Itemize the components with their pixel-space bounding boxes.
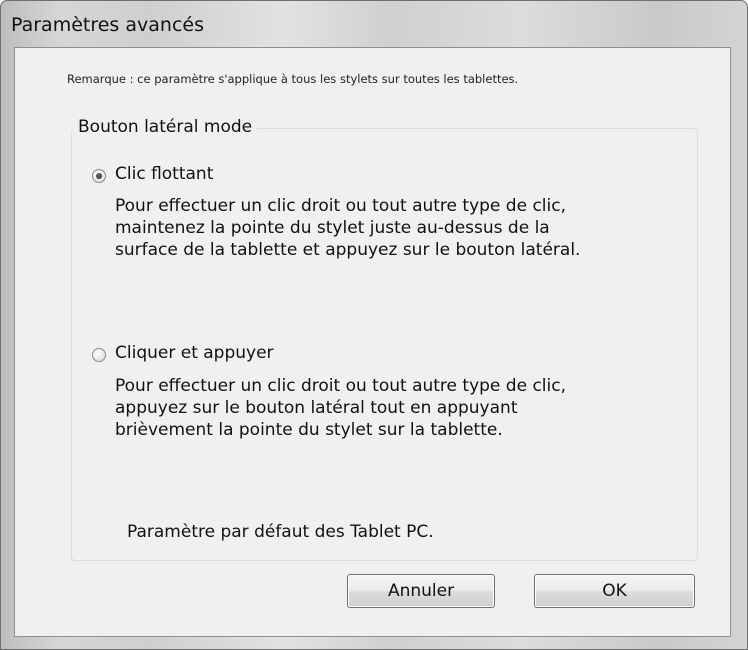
description-line: appuyez sur le bouton latéral tout en ap… <box>115 398 518 418</box>
description-line: brièvement la pointe du stylet sur la ta… <box>115 420 503 440</box>
ok-button[interactable]: OK <box>534 574 695 608</box>
title-bar[interactable]: Paramètres avancés <box>1 1 747 47</box>
description-line: maintenez la pointe du stylet juste au-d… <box>115 218 550 238</box>
option-label-clic-flottant[interactable]: Clic flottant <box>115 164 213 184</box>
description-line: surface de la tablette et appuyez sur le… <box>115 240 581 260</box>
default-setting-note: Paramètre par défaut des Tablet PC. <box>127 522 434 542</box>
dialog-window: Paramètres avancés Remarque : ce paramèt… <box>0 0 748 650</box>
option-description-cliquer-et-appuyer: Pour effectuer un clic droit ou tout aut… <box>115 375 566 441</box>
option-description-clic-flottant: Pour effectuer un clic droit ou tout aut… <box>115 195 580 261</box>
cancel-button[interactable]: Annuler <box>347 574 495 608</box>
window-title: Paramètres avancés <box>11 14 204 36</box>
description-line: Pour effectuer un clic droit ou tout aut… <box>115 376 566 396</box>
dialog-client-area: Remarque : ce paramètre s'applique à tou… <box>14 47 731 637</box>
option-label-cliquer-et-appuyer[interactable]: Cliquer et appuyer <box>115 343 274 363</box>
settings-note: Remarque : ce paramètre s'applique à tou… <box>67 72 519 86</box>
description-line: Pour effectuer un clic droit ou tout aut… <box>115 196 566 216</box>
radio-clic-flottant[interactable] <box>92 169 106 183</box>
group-title: Bouton latéral mode <box>73 117 258 137</box>
radio-cliquer-et-appuyer[interactable] <box>92 348 106 362</box>
